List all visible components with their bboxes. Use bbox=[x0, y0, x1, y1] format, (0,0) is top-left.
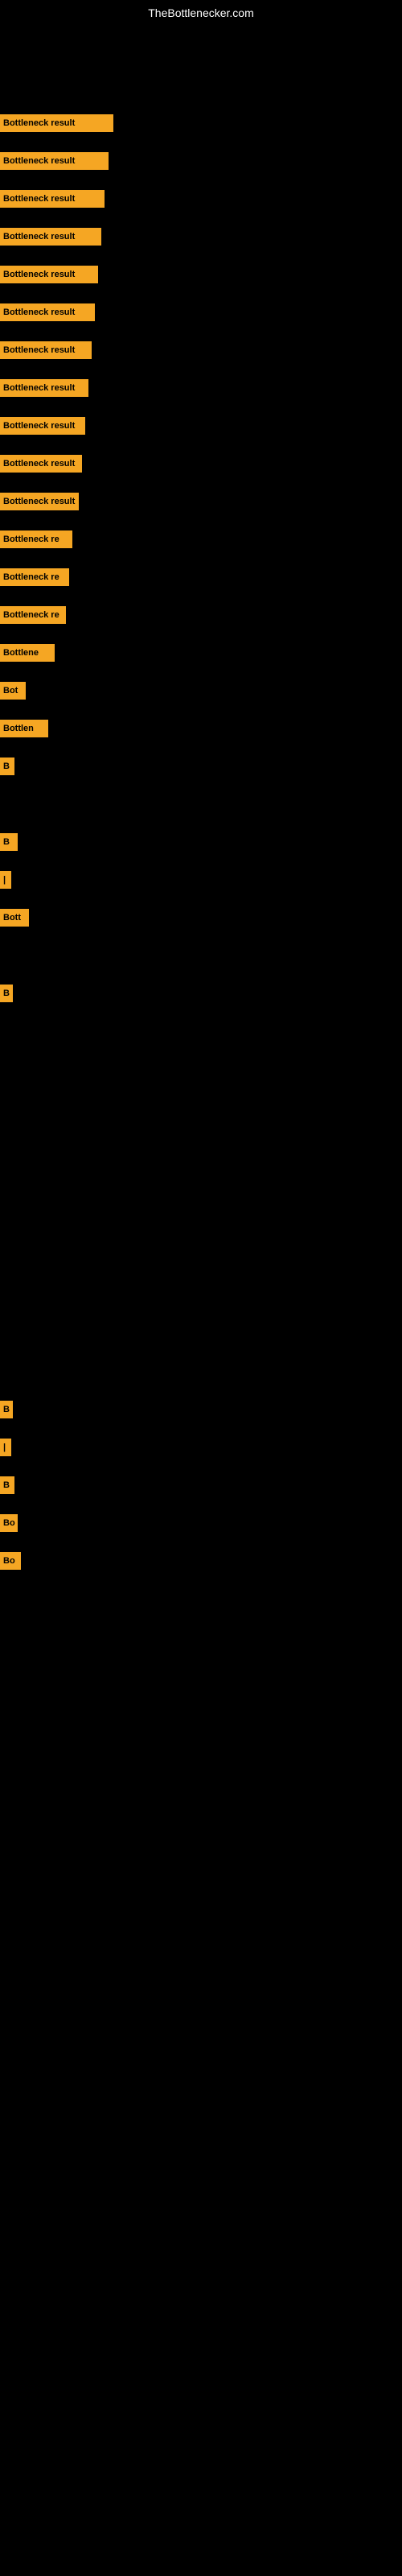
bar-item: | bbox=[0, 1439, 11, 1456]
bar-item: Bottleneck re bbox=[0, 606, 66, 624]
bar-label: B bbox=[3, 837, 10, 847]
bar-item: Bo bbox=[0, 1514, 18, 1532]
bar-label: Bottleneck result bbox=[3, 383, 75, 393]
bar-label: Bo bbox=[3, 1518, 15, 1528]
bar-item: B bbox=[0, 1401, 13, 1418]
bar-item: Bottleneck result bbox=[0, 114, 113, 132]
bar-item: Bottleneck result bbox=[0, 455, 82, 473]
bar-label: Bottleneck result bbox=[3, 156, 75, 166]
bar-label: Bottleneck re bbox=[3, 535, 59, 544]
bar-label: B bbox=[3, 762, 10, 771]
bar-item: Bottlene bbox=[0, 644, 55, 662]
bar-item: Bottleneck result bbox=[0, 303, 95, 321]
bar-item: Bot bbox=[0, 682, 26, 700]
bar-item: Bott bbox=[0, 909, 29, 927]
bar-label: Bo bbox=[3, 1556, 15, 1566]
bar-item: Bottleneck result bbox=[0, 152, 109, 170]
bar-item: B bbox=[0, 985, 13, 1002]
bar-item: B bbox=[0, 1476, 14, 1494]
bar-item: Bo bbox=[0, 1552, 21, 1570]
bar-item: B bbox=[0, 758, 14, 775]
bar-item: Bottleneck result bbox=[0, 341, 92, 359]
bar-item: Bottleneck result bbox=[0, 417, 85, 435]
bar-item: Bottleneck result bbox=[0, 190, 105, 208]
bar-item: Bottleneck re bbox=[0, 530, 72, 548]
bar-label: Bottleneck result bbox=[3, 194, 75, 204]
bar-item: Bottleneck result bbox=[0, 493, 79, 510]
bar-item: B bbox=[0, 833, 18, 851]
bar-label: Bottlene bbox=[3, 648, 39, 658]
bar-label: Bottleneck result bbox=[3, 421, 75, 431]
bar-label: Bottleneck result bbox=[3, 118, 75, 128]
bar-label: Bottleneck result bbox=[3, 345, 75, 355]
bar-label: Bottleneck result bbox=[3, 459, 75, 469]
bar-item: Bottleneck result bbox=[0, 379, 88, 397]
bar-label: Bottleneck re bbox=[3, 572, 59, 582]
bar-label: B bbox=[3, 1405, 10, 1414]
bar-label: Bottleneck result bbox=[3, 270, 75, 279]
bar-label: Bottleneck result bbox=[3, 232, 75, 242]
site-title: TheBottlenecker.com bbox=[148, 6, 254, 19]
bar-item: Bottleneck result bbox=[0, 266, 98, 283]
bar-label: B bbox=[3, 989, 10, 998]
bar-item: Bottleneck result bbox=[0, 228, 101, 246]
bar-label: | bbox=[3, 875, 6, 885]
bar-item: | bbox=[0, 871, 11, 889]
bar-label: Bottleneck result bbox=[3, 308, 75, 317]
bar-label: Bott bbox=[3, 913, 21, 923]
bar-label: Bottleneck result bbox=[3, 497, 75, 506]
bar-label: Bottlen bbox=[3, 724, 34, 733]
bar-label: B bbox=[3, 1480, 10, 1490]
bar-label: Bottleneck re bbox=[3, 610, 59, 620]
bar-label: | bbox=[3, 1443, 6, 1452]
bar-item: Bottleneck re bbox=[0, 568, 69, 586]
bar-label: Bot bbox=[3, 686, 18, 696]
bar-item: Bottlen bbox=[0, 720, 48, 737]
